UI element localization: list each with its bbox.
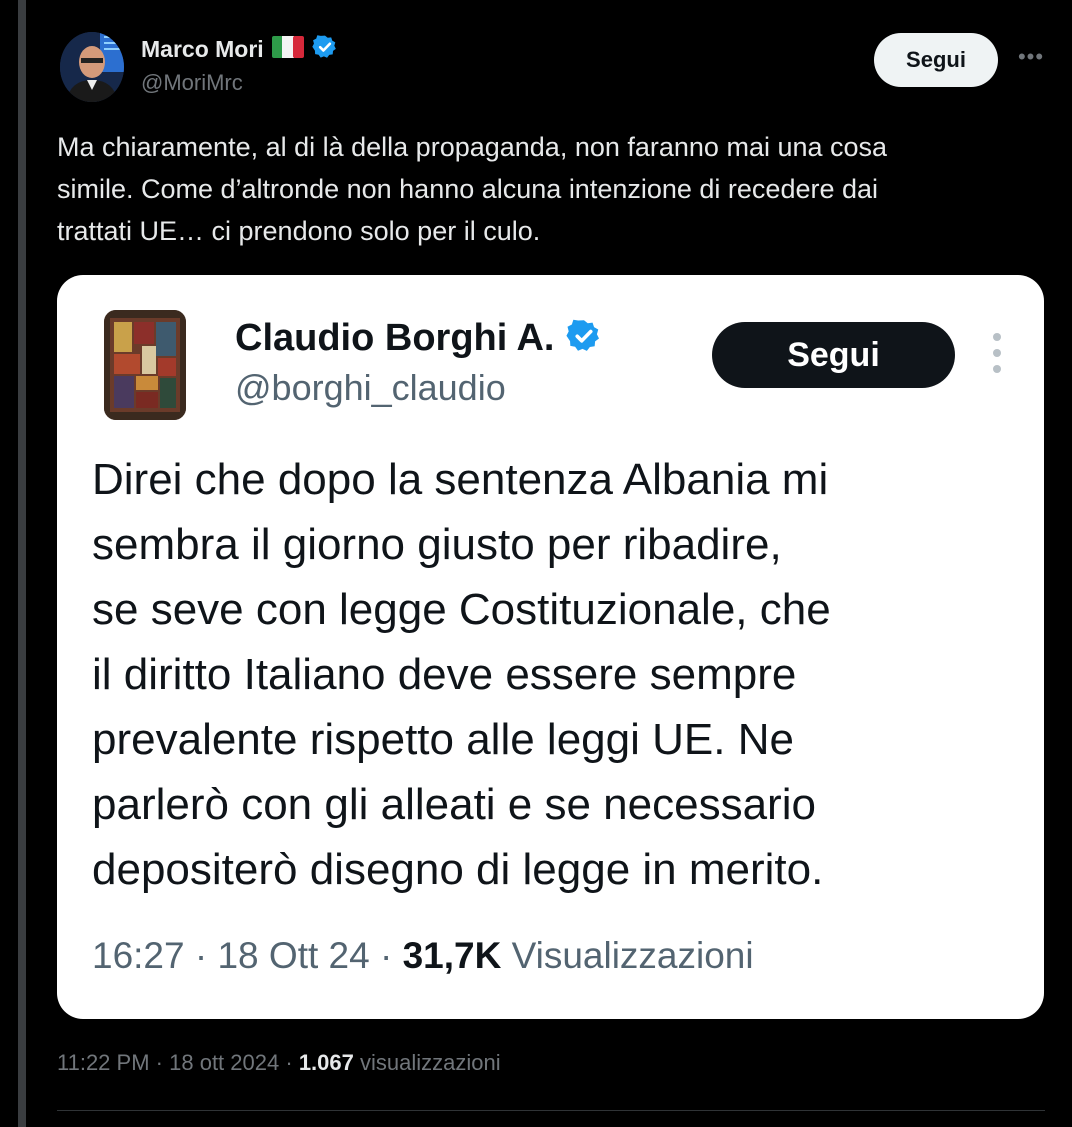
quoted-date[interactable]: 18 Ott 24 (217, 935, 369, 976)
follow-button[interactable]: Segui (874, 33, 998, 87)
tweet-meta: 11:22 PM · 18 ott 2024 · 1.067 visualizz… (57, 1050, 501, 1075)
tweet-date[interactable]: 18 ott 2024 (169, 1050, 279, 1075)
quoted-follow-button[interactable]: Segui (712, 322, 955, 388)
quoted-author-avatar[interactable] (104, 310, 186, 420)
verified-badge-icon (312, 34, 338, 65)
quoted-tweet-text: Direi che dopo la sentenza Albania mi se… (92, 455, 831, 894)
views-count: 1.067 (298, 1050, 354, 1075)
quoted-author-handle[interactable]: @borghi_claudio (235, 367, 506, 409)
verified-badge-icon (566, 318, 602, 359)
tweet-text: Ma chiaramente, al di là della propagand… (57, 132, 888, 246)
quoted-tweet-meta: 16:27 · 18 Ott 24 · 31,7K Visualizzazion… (92, 935, 754, 976)
quoted-more-options-icon[interactable] (987, 333, 1007, 377)
author-name[interactable]: Marco Mori (141, 36, 264, 63)
divider (57, 1110, 1045, 1111)
quoted-tweet-card[interactable]: Claudio Borghi A. @borghi_claudio Segui … (57, 275, 1044, 1019)
quoted-views-count: 31,7K (402, 935, 502, 976)
quoted-author-name[interactable]: Claudio Borghi A. (235, 317, 554, 360)
quoted-views-label: Visualizzazioni (511, 935, 754, 976)
italy-flag-icon (271, 36, 304, 63)
views-label: visualizzazioni (360, 1050, 501, 1075)
tweet-time[interactable]: 11:22 PM (57, 1050, 150, 1075)
author-handle[interactable]: @MoriMrc (141, 70, 243, 96)
quoted-time[interactable]: 16:27 (92, 935, 185, 976)
more-options-icon[interactable]: ••• (1014, 44, 1048, 74)
thread-rail (0, 0, 26, 1127)
author-avatar[interactable] (60, 32, 124, 102)
